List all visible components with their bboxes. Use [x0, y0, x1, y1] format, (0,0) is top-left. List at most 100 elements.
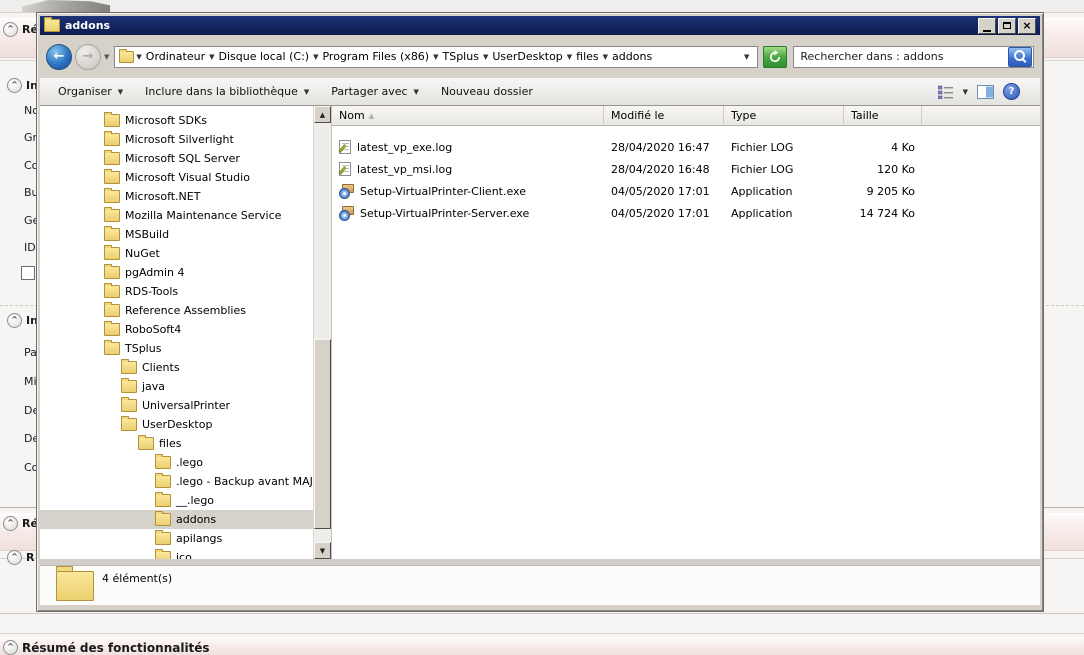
toolbar-nouveau-dossier[interactable]: Nouveau dossier — [433, 82, 541, 101]
background-subheader-in: ^In — [7, 78, 38, 93]
tree-item-lego[interactable]: .lego — [40, 453, 313, 472]
close-button[interactable]: × — [1018, 18, 1036, 34]
collapse-chevron-icon[interactable]: ^ — [3, 516, 18, 531]
views-dropdown-icon[interactable]: ▼ — [963, 88, 968, 96]
tree-item-microsoft-sdks[interactable]: Microsoft SDKs — [40, 111, 313, 130]
file-name: Setup-VirtualPrinter-Client.exe — [360, 185, 526, 198]
titlebar[interactable]: addons × — [40, 16, 1040, 35]
forward-button[interactable]: → — [75, 44, 101, 70]
tree-item-clients[interactable]: Clients — [40, 358, 313, 377]
column-header-nom[interactable]: Nom▲ — [332, 106, 604, 126]
folder-icon — [104, 133, 120, 146]
breadcrumb-ordinateur[interactable]: Ordinateur — [143, 50, 208, 63]
tree-item-msbuild[interactable]: MSBuild — [40, 225, 313, 244]
file-row-setup-virtualprinter-client-exe[interactable]: Setup-VirtualPrinter-Client.exe 04/05/202… — [332, 180, 1040, 202]
tree-item-addons[interactable]: addons — [40, 510, 313, 529]
column-header-label: Type — [731, 109, 756, 122]
file-row-latest-vp-exe-log[interactable]: latest_vp_exe.log28/04/2020 16:47Fichier… — [332, 136, 1040, 158]
tree-item-pgadmin-4[interactable]: pgAdmin 4 — [40, 263, 313, 282]
tree-item-label: MSBuild — [125, 228, 169, 241]
divider — [0, 613, 1084, 614]
list-header: Nom▲Modifié le Type Taille — [332, 106, 1040, 126]
window-title: addons — [65, 19, 110, 32]
toolbar-organiser[interactable]: Organiser▼ — [50, 82, 131, 101]
tree-item-label: java — [142, 380, 165, 393]
minimize-icon — [983, 24, 991, 32]
tree-item-label: Microsoft SQL Server — [125, 152, 240, 165]
tree-item-lego[interactable]: __.lego — [40, 491, 313, 510]
tree-item-robosoft4[interactable]: RoboSoft4 — [40, 320, 313, 339]
breadcrumb-tsplus[interactable]: TSplus — [440, 50, 482, 63]
maximize-button[interactable] — [998, 18, 1016, 34]
folder-icon — [121, 361, 137, 374]
file-row-latest-vp-msi-log[interactable]: latest_vp_msi.log28/04/2020 16:48Fichier… — [332, 158, 1040, 180]
explorer-content: Microsoft SDKsMicrosoft Silverlight Micro… — [40, 106, 1040, 559]
refresh-icon — [768, 50, 782, 64]
collapse-chevron-icon[interactable]: ^ — [3, 22, 18, 37]
search-input[interactable] — [794, 50, 1007, 63]
checkbox[interactable] — [21, 266, 35, 280]
toolbar-partager-avec[interactable]: Partager avec▼ — [323, 82, 427, 101]
command-toolbar: Organiser▼ Inclure dans la bibliothèque▼ P… — [40, 78, 1040, 106]
tree-item-userdesktop[interactable]: UserDesktop — [40, 415, 313, 434]
tree-item-mozilla-maintenance-service[interactable]: Mozilla Maintenance Service — [40, 206, 313, 225]
tree-item-microsoft-silverlight[interactable]: Microsoft Silverlight — [40, 130, 313, 149]
preview-pane-button[interactable] — [977, 85, 994, 99]
scrollbar-thumb[interactable] — [314, 339, 331, 529]
tree-item-microsoft-net[interactable]: Microsoft.NET — [40, 187, 313, 206]
column-header-blank[interactable] — [922, 106, 1040, 126]
tree-item-apilangs[interactable]: apilangs — [40, 529, 313, 548]
breadcrumb-files[interactable]: files — [573, 50, 601, 63]
breadcrumb-userdesktop[interactable]: UserDesktop — [489, 50, 565, 63]
folder-icon — [104, 152, 120, 165]
help-button[interactable]: ? — [1003, 83, 1020, 100]
address-bar[interactable]: ▼Ordinateur▼Disque local (C:)▼Program Fi… — [114, 46, 758, 68]
address-dropdown-icon[interactable]: ▼ — [740, 53, 753, 61]
tree-item-reference-assemblies[interactable]: Reference Assemblies — [40, 301, 313, 320]
background-field-pa: Pa — [24, 346, 37, 359]
breadcrumb-addons[interactable]: addons — [609, 50, 655, 63]
tree-item-java[interactable]: java — [40, 377, 313, 396]
breadcrumb-program-files-x86[interactable]: Program Files (x86) — [319, 50, 432, 63]
tree-item-label: .lego — [176, 456, 203, 469]
file-name-cell: latest_vp_exe.log — [332, 140, 604, 154]
tree-item-nuget[interactable]: NuGet — [40, 244, 313, 263]
tree-item-files[interactable]: files — [40, 434, 313, 453]
tree-scrollbar[interactable]: ▲ ▼ — [313, 106, 331, 559]
folder-icon — [155, 532, 171, 545]
folder-tree: Microsoft SDKsMicrosoft Silverlight Micro… — [40, 106, 313, 559]
collapse-chevron-icon[interactable]: ^ — [7, 313, 22, 328]
tree-item-microsoft-visual-studio[interactable]: Microsoft Visual Studio — [40, 168, 313, 187]
column-header-taille[interactable]: Taille — [844, 106, 922, 126]
current-folder-icon — [56, 571, 94, 601]
explorer-window: addons × ← → ▼ ▼ Ordinateur ▼ Disque local … — [36, 12, 1044, 612]
collapse-chevron-icon[interactable]: ^ — [3, 640, 18, 655]
column-header-modifi-le[interactable]: Modifié le — [604, 106, 724, 126]
tree-item-tsplus[interactable]: TSplus — [40, 339, 313, 358]
scroll-up-icon[interactable]: ▲ — [314, 106, 331, 123]
file-modified-cell: 04/05/2020 17:01 — [604, 185, 724, 198]
collapse-chevron-icon[interactable]: ^ — [7, 550, 22, 565]
recent-pages-chevron-icon[interactable]: ▼ — [104, 53, 109, 61]
column-header-type[interactable]: Type — [724, 106, 844, 126]
breadcrumb-disque-local-c[interactable]: Disque local (C:) — [216, 50, 313, 63]
tree-item-label: RoboSoft4 — [125, 323, 181, 336]
background-label: R — [26, 551, 34, 564]
search-button[interactable] — [1008, 47, 1032, 67]
tree-item-universalprinter[interactable]: UniversalPrinter — [40, 396, 313, 415]
refresh-button[interactable] — [763, 46, 787, 68]
tree-item-label: NuGet — [125, 247, 160, 260]
tree-item-lego-backup-avant-maj-lego-ex[interactable]: .lego - Backup avant MAJ lego ex — [40, 472, 313, 491]
tree-item-ico[interactable]: ico — [40, 548, 313, 559]
tree-item-rds-tools[interactable]: RDS-Tools — [40, 282, 313, 301]
collapse-chevron-icon[interactable]: ^ — [7, 78, 22, 93]
scroll-down-icon[interactable]: ▼ — [314, 542, 331, 559]
status-divider — [40, 559, 1040, 566]
toolbar-inclure-dans-la-biblioth-que[interactable]: Inclure dans la bibliothèque▼ — [137, 82, 317, 101]
tree-item-label: Microsoft Visual Studio — [125, 171, 250, 184]
file-row-setup-virtualprinter-server-exe[interactable]: Setup-VirtualPrinter-Server.exe04/05/202… — [332, 202, 1040, 224]
change-view-button[interactable] — [938, 85, 954, 99]
tree-item-microsoft-sql-server[interactable]: Microsoft SQL Server — [40, 149, 313, 168]
minimize-button[interactable] — [978, 18, 996, 34]
back-button[interactable]: ← — [46, 44, 72, 70]
